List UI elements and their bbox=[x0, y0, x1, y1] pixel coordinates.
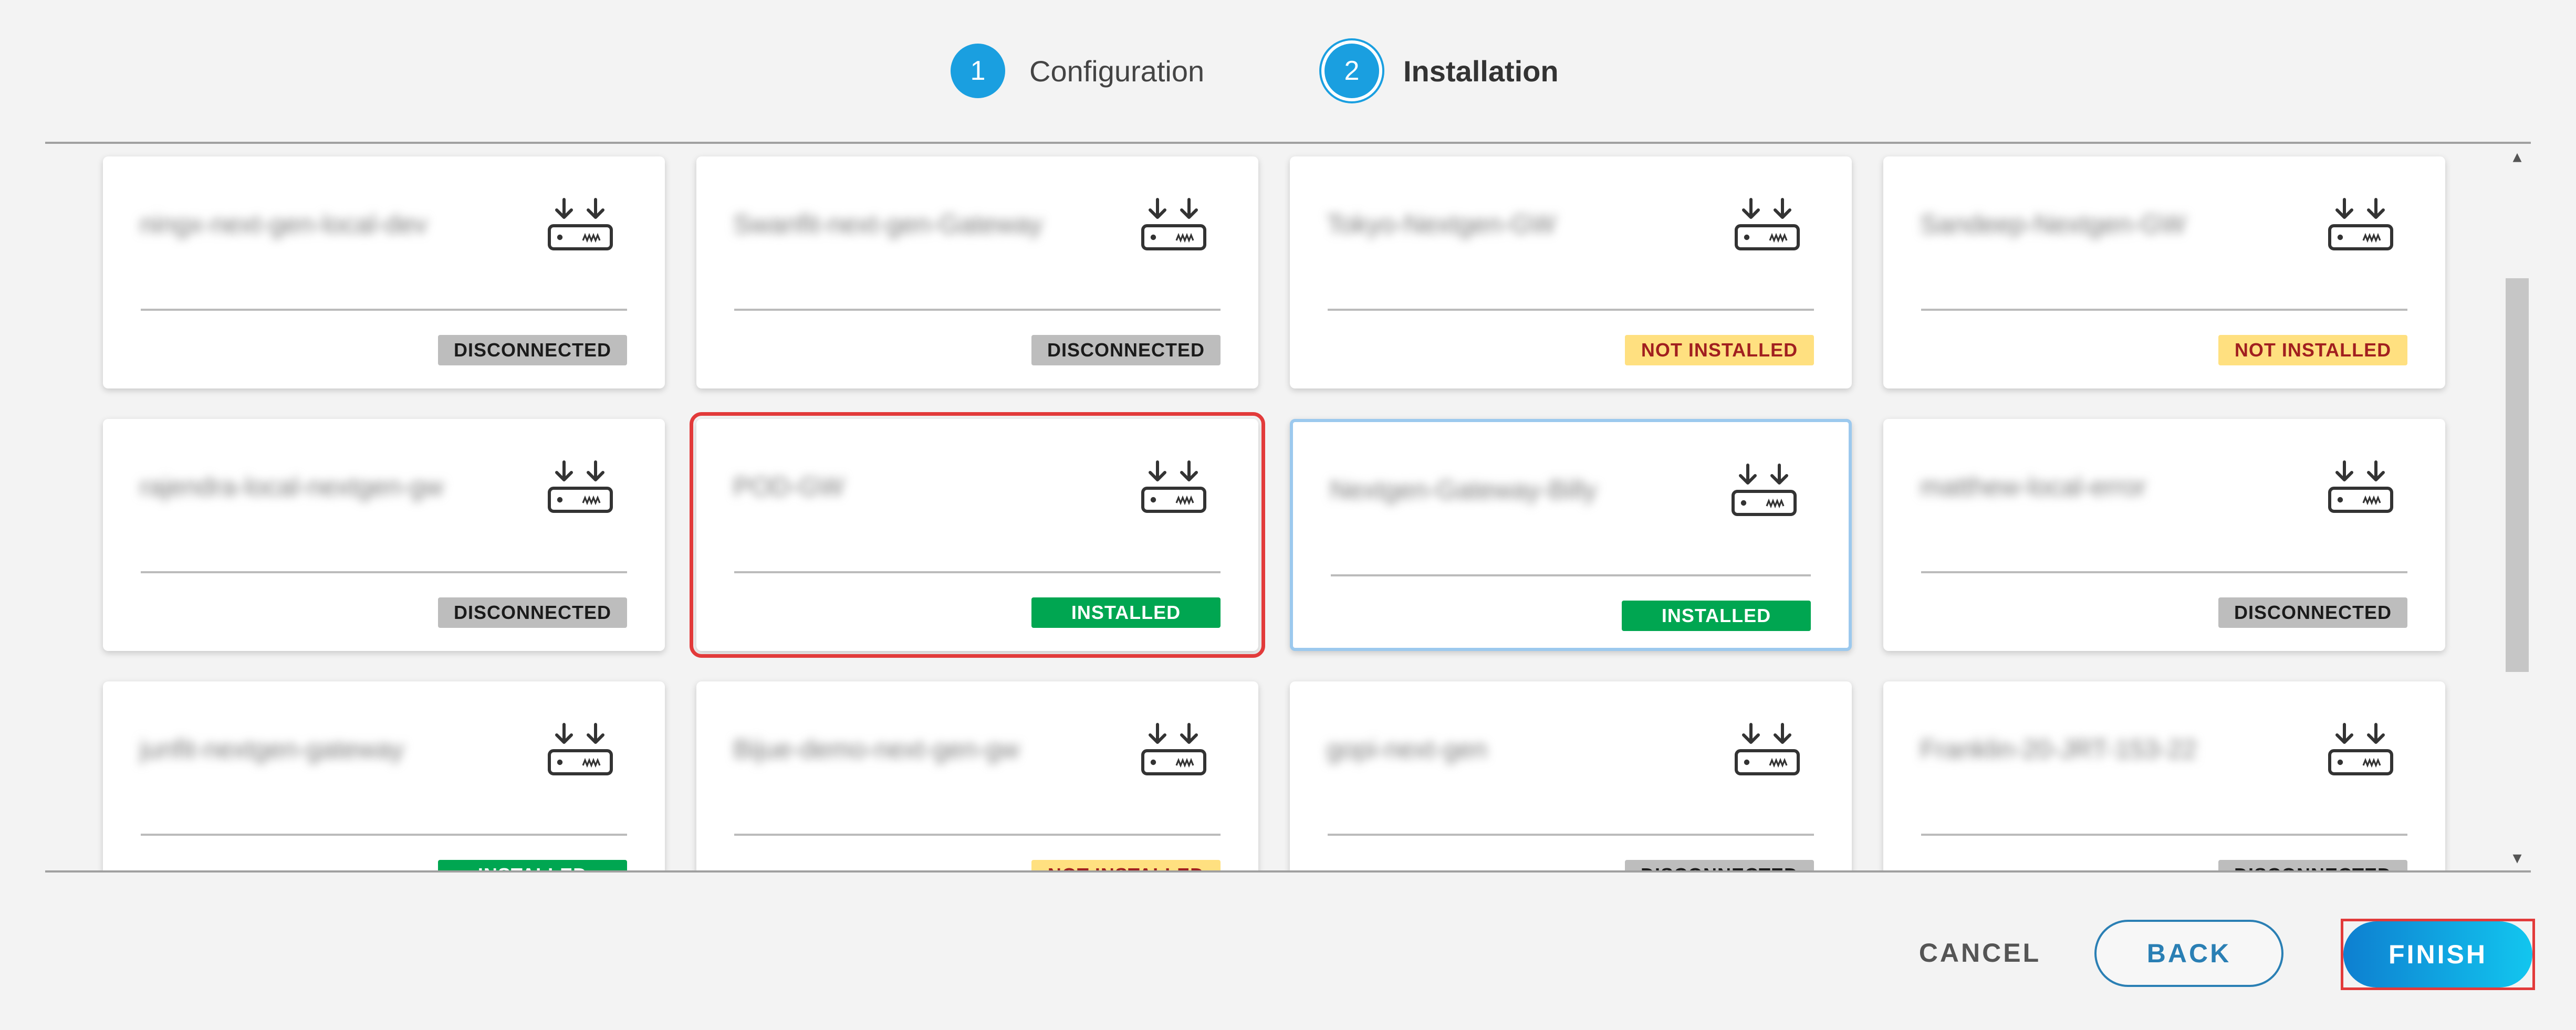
status-badge: DISCONNECTED bbox=[438, 597, 627, 628]
finish-highlight-box bbox=[2341, 919, 2535, 990]
device-name: rajendra-local-nextgen-gw bbox=[140, 472, 444, 501]
card-divider bbox=[734, 834, 1221, 836]
gateway-download-icon bbox=[1732, 464, 1797, 516]
step-number-circle: 1 bbox=[951, 44, 1005, 98]
device-name: POD-GW bbox=[733, 472, 844, 501]
device-card[interactable]: matthew-local-error DISCONNECTED bbox=[1883, 419, 2445, 651]
cancel-button[interactable]: CANCEL bbox=[1906, 934, 2053, 971]
card-divider bbox=[1328, 309, 1814, 311]
card-divider bbox=[734, 571, 1221, 573]
card-divider bbox=[1921, 834, 2407, 836]
status-badge: DISCONNECTED bbox=[1031, 335, 1221, 365]
device-name: matthew-local-error bbox=[1920, 472, 2146, 501]
card-divider bbox=[1921, 571, 2407, 573]
step-installation[interactable]: 2 Installation bbox=[1324, 39, 1559, 102]
step-configuration[interactable]: 1 Configuration bbox=[951, 39, 1204, 102]
device-name: Swanfit-next-gen-Gateway bbox=[733, 209, 1043, 239]
device-card-grid: ningx-next-gen-local-dev DISCONNECTED Sw… bbox=[45, 144, 2531, 870]
device-card-highlighted[interactable]: POD-GW INSTALLED bbox=[690, 412, 1265, 658]
chevron-up-icon[interactable]: ▴ bbox=[2508, 146, 2527, 167]
device-card[interactable]: Bijue-demo-next-gen-gw NOT INSTALLED bbox=[696, 681, 1258, 870]
step-number-circle-active: 2 bbox=[1324, 44, 1379, 98]
device-card[interactable]: rajendra-local-nextgen-gw DISCONNECTED bbox=[103, 419, 665, 651]
status-badge: INSTALLED bbox=[438, 860, 627, 870]
gateway-download-icon bbox=[1735, 198, 1800, 250]
step-label-active: Installation bbox=[1403, 54, 1559, 88]
device-name: Tokyo-Nextgen-GW bbox=[1327, 209, 1556, 239]
device-name: Franklin-20-JRT-153-22 bbox=[1920, 734, 2197, 764]
card-divider bbox=[1331, 574, 1811, 576]
gateway-download-icon bbox=[1141, 460, 1206, 513]
gateway-download-icon bbox=[2328, 198, 2393, 250]
scroll-thumb[interactable] bbox=[2506, 278, 2529, 672]
device-name: Nextgen-Gateway-Billy bbox=[1330, 475, 1597, 505]
device-card[interactable]: Swanfit-next-gen-Gateway DISCONNECTED bbox=[696, 156, 1258, 388]
status-badge: DISCONNECTED bbox=[438, 335, 627, 365]
status-badge: INSTALLED bbox=[1622, 601, 1811, 631]
gateway-download-icon bbox=[2328, 460, 2393, 513]
gateway-download-icon bbox=[548, 460, 613, 513]
device-name: Bijue-demo-next-gen-gw bbox=[733, 734, 1019, 764]
device-card[interactable]: ningx-next-gen-local-dev DISCONNECTED bbox=[103, 156, 665, 388]
status-badge: DISCONNECTED bbox=[1625, 860, 1814, 870]
device-card-selected[interactable]: Nextgen-Gateway-Billy INSTALLED bbox=[1290, 419, 1852, 651]
wizard-stepper: 1 Configuration 2 Installation bbox=[0, 0, 2576, 142]
device-card[interactable]: Sandeep-Nextgen-GW NOT INSTALLED bbox=[1883, 156, 2445, 388]
back-button[interactable]: BACK bbox=[2094, 920, 2283, 987]
device-card[interactable]: gopi-next-gen DISCONNECTED bbox=[1290, 681, 1852, 870]
grid-scrollbar[interactable]: ▴ ▾ bbox=[2504, 144, 2531, 870]
status-badge: INSTALLED bbox=[1031, 597, 1221, 628]
device-card[interactable]: Tokyo-Nextgen-GW NOT INSTALLED bbox=[1290, 156, 1852, 388]
gateway-download-icon bbox=[1141, 723, 1206, 775]
device-name: Sandeep-Nextgen-GW bbox=[1920, 209, 2186, 239]
status-badge: DISCONNECTED bbox=[2218, 860, 2407, 870]
gateway-download-icon bbox=[1735, 723, 1800, 775]
status-badge: NOT INSTALLED bbox=[1625, 335, 1814, 365]
gateway-download-icon bbox=[2328, 723, 2393, 775]
gateway-download-icon bbox=[1141, 198, 1206, 250]
bottom-divider bbox=[45, 870, 2531, 873]
step-label: Configuration bbox=[1029, 54, 1205, 88]
device-name: gopi-next-gen bbox=[1327, 734, 1487, 764]
card-divider bbox=[141, 834, 627, 836]
card-divider bbox=[734, 309, 1221, 311]
device-name: ningx-next-gen-local-dev bbox=[140, 209, 427, 239]
gateway-download-icon bbox=[548, 723, 613, 775]
status-badge: NOT INSTALLED bbox=[2218, 335, 2407, 365]
card-divider bbox=[1921, 309, 2407, 311]
status-badge: NOT INSTALLED bbox=[1031, 860, 1221, 870]
device-card[interactable]: junfit-nextgen-gateway INSTALLED bbox=[103, 681, 665, 870]
status-badge: DISCONNECTED bbox=[2218, 597, 2407, 628]
card-divider bbox=[141, 571, 627, 573]
card-divider bbox=[1328, 834, 1814, 836]
card-divider bbox=[141, 309, 627, 311]
device-name: junfit-nextgen-gateway bbox=[140, 734, 404, 764]
gateway-download-icon bbox=[548, 198, 613, 250]
device-card[interactable]: Franklin-20-JRT-153-22 DISCONNECTED bbox=[1883, 681, 2445, 870]
chevron-down-icon[interactable]: ▾ bbox=[2508, 847, 2527, 868]
